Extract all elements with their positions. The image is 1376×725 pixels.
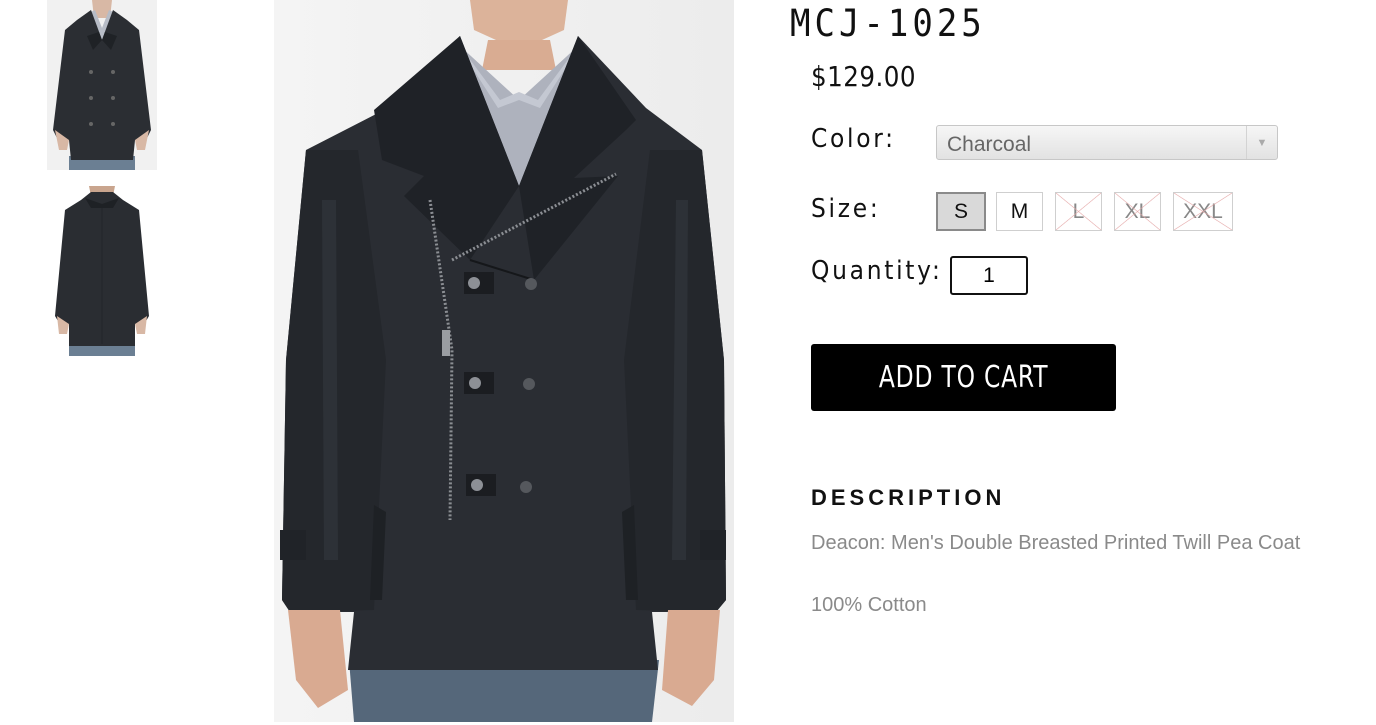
- size-label: Size:: [811, 194, 881, 224]
- size-option-s[interactable]: S: [936, 192, 986, 231]
- size-option-l: L: [1055, 192, 1102, 231]
- product-page: MCJ-1025 $129.00 Color: Charcoal ▼ Size:…: [0, 0, 1376, 725]
- quantity-input[interactable]: [950, 256, 1028, 295]
- thumbnail-front[interactable]: [47, 0, 157, 170]
- description-material: 100% Cotton: [811, 594, 927, 616]
- coat-front-photo: [274, 0, 734, 722]
- size-option-xxl: XXL: [1173, 192, 1233, 231]
- main-product-image: [274, 0, 734, 722]
- thumbnail-back[interactable]: [47, 186, 157, 356]
- color-select[interactable]: Charcoal ▼: [936, 125, 1278, 160]
- description-name: Deacon: Men's Double Breasted Printed Tw…: [811, 532, 1301, 554]
- coat-back-thumbnail-image: [47, 186, 157, 356]
- product-price: $129.00: [811, 60, 916, 93]
- add-to-cart-button[interactable]: ADD TO CART: [811, 344, 1116, 411]
- quantity-label: Quantity:: [811, 256, 943, 286]
- add-to-cart-label: ADD TO CART: [878, 360, 1049, 395]
- size-option-m[interactable]: M: [996, 192, 1043, 231]
- product-title: MCJ-1025: [790, 2, 986, 46]
- description-heading: DESCRIPTION: [811, 485, 1006, 510]
- chevron-down-icon: ▼: [1246, 126, 1277, 159]
- size-option-xl: XL: [1114, 192, 1161, 231]
- color-label: Color:: [811, 124, 896, 154]
- coat-front-thumbnail-image: [47, 0, 157, 170]
- color-select-value: Charcoal: [947, 133, 1032, 156]
